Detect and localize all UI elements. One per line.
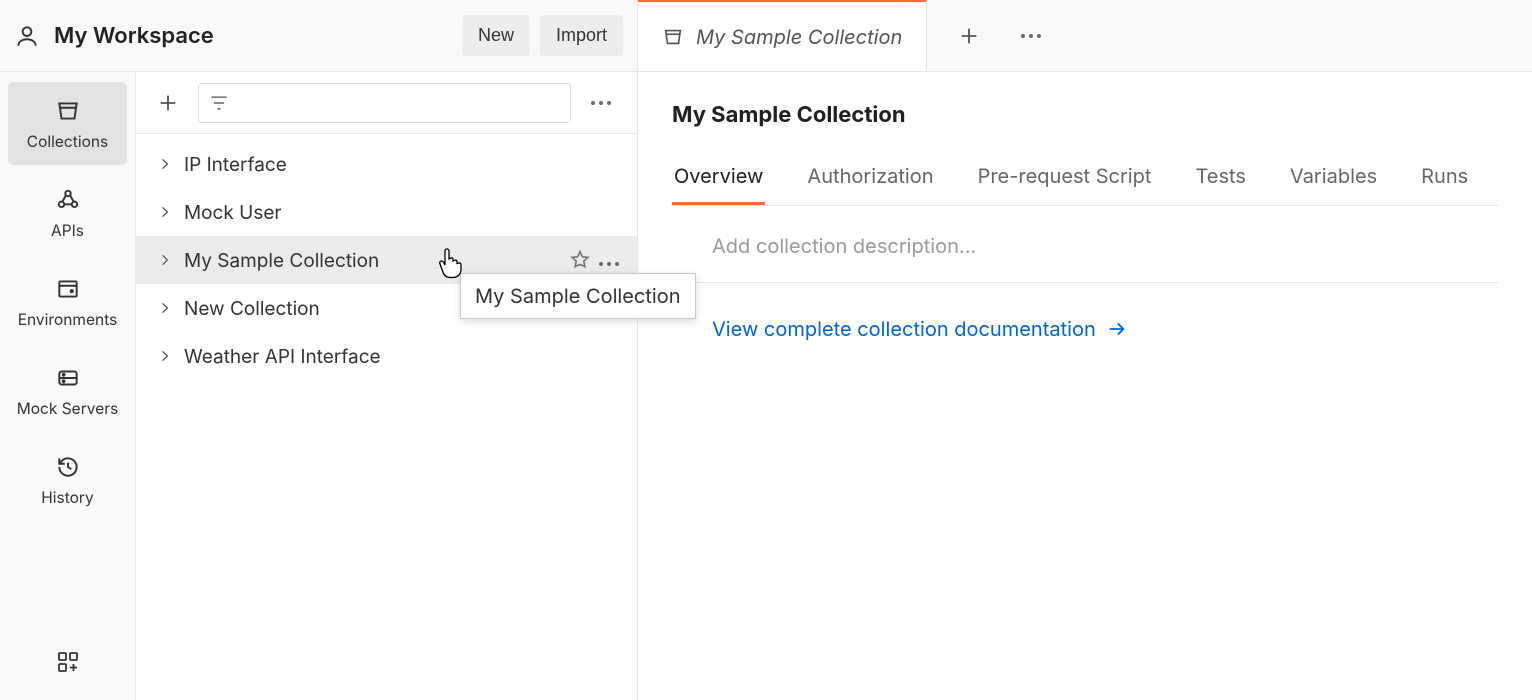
description-placeholder[interactable]: Add collection description…: [712, 234, 976, 258]
filter-input[interactable]: [198, 83, 571, 123]
tab-active[interactable]: My Sample Collection: [638, 0, 927, 71]
rail-label: APIs: [51, 221, 84, 240]
mock-servers-icon: [55, 365, 81, 391]
collections-list-pane: IP Interface Mock User My Sample Collect…: [136, 72, 637, 700]
more-icon: [599, 262, 619, 266]
rail-label: Collections: [27, 132, 108, 151]
new-tab-button[interactable]: [949, 16, 989, 56]
collection-name: Weather API Interface: [184, 345, 381, 368]
rail-item-environments[interactable]: Environments: [8, 260, 127, 343]
apis-icon: [55, 187, 81, 213]
collection-item[interactable]: IP Interface: [136, 140, 637, 188]
collections-tree: IP Interface Mock User My Sample Collect…: [136, 134, 637, 380]
tab-strip: My Sample Collection: [638, 0, 1532, 72]
chevron-right-icon[interactable]: [158, 157, 172, 171]
chevron-right-icon[interactable]: [158, 301, 172, 315]
history-icon: [55, 454, 81, 480]
filter-icon: [209, 93, 229, 113]
subtab-overview[interactable]: Overview: [672, 154, 765, 205]
subtab-runs[interactable]: Runs: [1419, 154, 1470, 205]
row-more-button[interactable]: [599, 250, 619, 270]
environments-icon: [55, 276, 81, 302]
detail-tabs: Overview Authorization Pre-request Scrip…: [672, 154, 1498, 206]
import-button[interactable]: Import: [540, 15, 623, 56]
chevron-right-icon[interactable]: [158, 349, 172, 363]
collection-name: My Sample Collection: [184, 249, 379, 272]
subtab-authorization[interactable]: Authorization: [805, 154, 935, 205]
workspace-header: My Workspace New Import: [0, 0, 637, 72]
workspace-title[interactable]: My Workspace: [54, 23, 214, 49]
rail-label: Mock Servers: [17, 399, 119, 418]
collection-title[interactable]: My Sample Collection: [672, 102, 1498, 128]
add-element-icon[interactable]: [48, 642, 88, 682]
subtab-pre-request[interactable]: Pre-request Script: [976, 154, 1154, 205]
rail-item-mock-servers[interactable]: Mock Servers: [8, 349, 127, 432]
rail-label: Environments: [18, 310, 118, 329]
view-documentation-link[interactable]: View complete collection documentation: [712, 317, 1128, 341]
new-button[interactable]: New: [462, 15, 530, 56]
doc-link-text: View complete collection documentation: [712, 317, 1096, 341]
subtab-variables[interactable]: Variables: [1288, 154, 1379, 205]
chevron-right-icon[interactable]: [158, 253, 172, 267]
tabs-more-button[interactable]: [1011, 16, 1051, 56]
chevron-right-icon[interactable]: [158, 205, 172, 219]
collection-item[interactable]: Mock User: [136, 188, 637, 236]
collection-name: New Collection: [184, 297, 320, 320]
tab-title: My Sample Collection: [696, 25, 902, 49]
arrow-right-icon: [1106, 318, 1128, 340]
rail-label: History: [41, 488, 93, 507]
list-more-button[interactable]: [581, 83, 621, 123]
rail-item-history[interactable]: History: [8, 438, 127, 521]
rail-item-apis[interactable]: APIs: [8, 171, 127, 254]
more-icon: [1021, 34, 1041, 38]
add-collection-button[interactable]: [148, 83, 188, 123]
collection-item[interactable]: Weather API Interface: [136, 332, 637, 380]
collection-icon: [55, 98, 81, 124]
collection-item[interactable]: My Sample Collection: [136, 236, 637, 284]
collection-name: Mock User: [184, 201, 282, 224]
collection-name: IP Interface: [184, 153, 287, 176]
user-icon[interactable]: [14, 23, 40, 49]
more-icon: [591, 101, 611, 105]
collection-icon: [662, 26, 684, 48]
collection-item[interactable]: New Collection: [136, 284, 637, 332]
sidebar-rail: Collections APIs Environments: [0, 72, 136, 700]
favorite-star-icon[interactable]: [569, 249, 591, 271]
rail-item-collections[interactable]: Collections: [8, 82, 127, 165]
subtab-tests[interactable]: Tests: [1193, 154, 1247, 205]
